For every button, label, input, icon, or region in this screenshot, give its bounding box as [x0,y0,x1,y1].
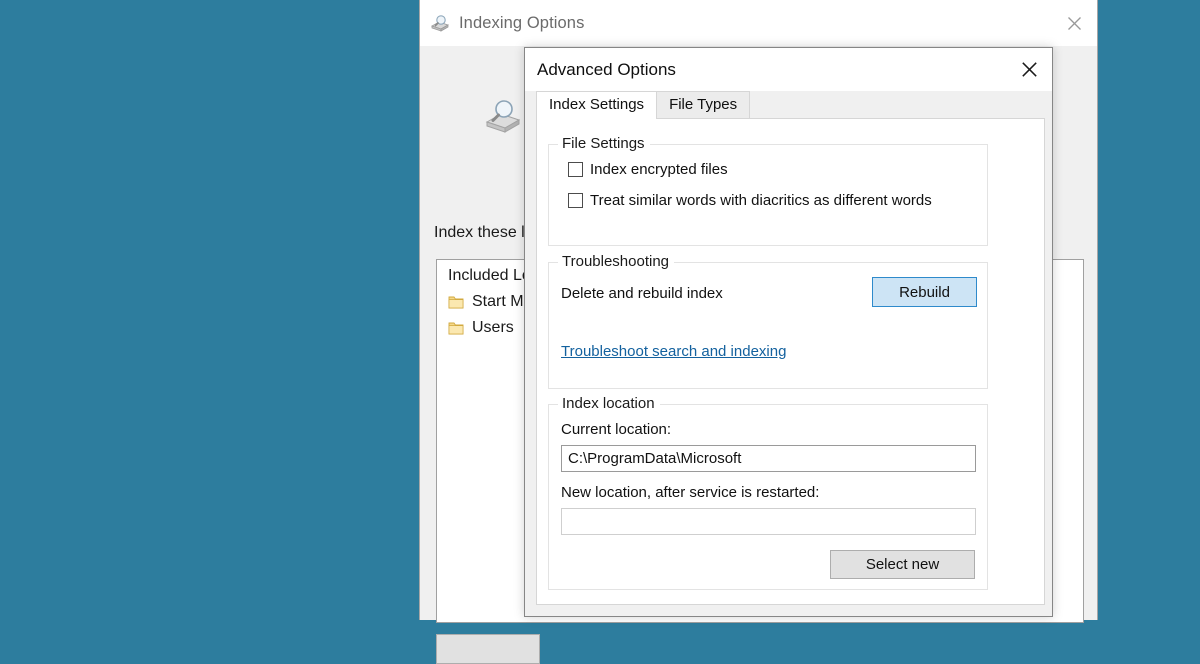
index-locations-label: Index these lo [434,224,534,242]
index-location-legend: Index location [558,395,660,412]
current-location-label: Current location: [561,421,671,438]
tab-index-settings[interactable]: Index Settings [536,91,657,119]
desktop: Indexing Options Index these lo [0,0,1200,600]
troubleshoot-search-link[interactable]: Troubleshoot search and indexing [561,343,786,360]
select-new-button[interactable]: Select new [830,550,975,579]
current-location-input[interactable]: C:\ProgramData\Microsoft [561,445,976,472]
file-settings-legend: File Settings [558,135,650,152]
advanced-options-titlebar: Advanced Options [525,48,1052,91]
new-location-label: New location, after service is restarted… [561,484,819,501]
indexing-options-icon [430,13,450,33]
tabstrip: Index Settings File Types [536,91,1052,118]
index-location-group: Index location Current location: C:\Prog… [548,404,988,590]
folder-icon [448,295,464,310]
indexing-options-title: Indexing Options [459,14,584,33]
indexing-options-titlebar: Indexing Options [420,0,1097,46]
troubleshooting-legend: Troubleshooting [558,253,674,270]
index-encrypted-files-label: Index encrypted files [590,161,728,178]
diacritics-checkbox[interactable] [568,193,583,208]
indexing-large-icon [483,96,523,136]
delete-rebuild-index-label: Delete and rebuild index [561,285,723,302]
close-icon[interactable] [1007,48,1052,91]
advanced-options-dialog: Advanced Options Index Settings File Typ… [524,47,1053,617]
index-settings-panel: File Settings Index encrypted files Trea… [536,118,1045,605]
tab-file-types[interactable]: File Types [656,91,750,118]
list-item-label: Users [472,319,514,337]
advanced-options-title: Advanced Options [537,60,676,80]
troubleshooting-group: Troubleshooting Delete and rebuild index… [548,262,988,389]
index-encrypted-files-checkbox-row[interactable]: Index encrypted files [568,161,728,178]
rebuild-button[interactable]: Rebuild [872,277,977,307]
file-settings-group: File Settings Index encrypted files Trea… [548,144,988,246]
indexing-options-bottom-button[interactable] [436,634,540,664]
diacritics-label: Treat similar words with diacritics as d… [590,192,932,209]
indexing-options-close-icon[interactable] [1051,0,1097,46]
new-location-input[interactable] [561,508,976,535]
diacritics-checkbox-row[interactable]: Treat similar words with diacritics as d… [568,192,932,209]
index-encrypted-files-checkbox[interactable] [568,162,583,177]
folder-icon [448,321,464,336]
